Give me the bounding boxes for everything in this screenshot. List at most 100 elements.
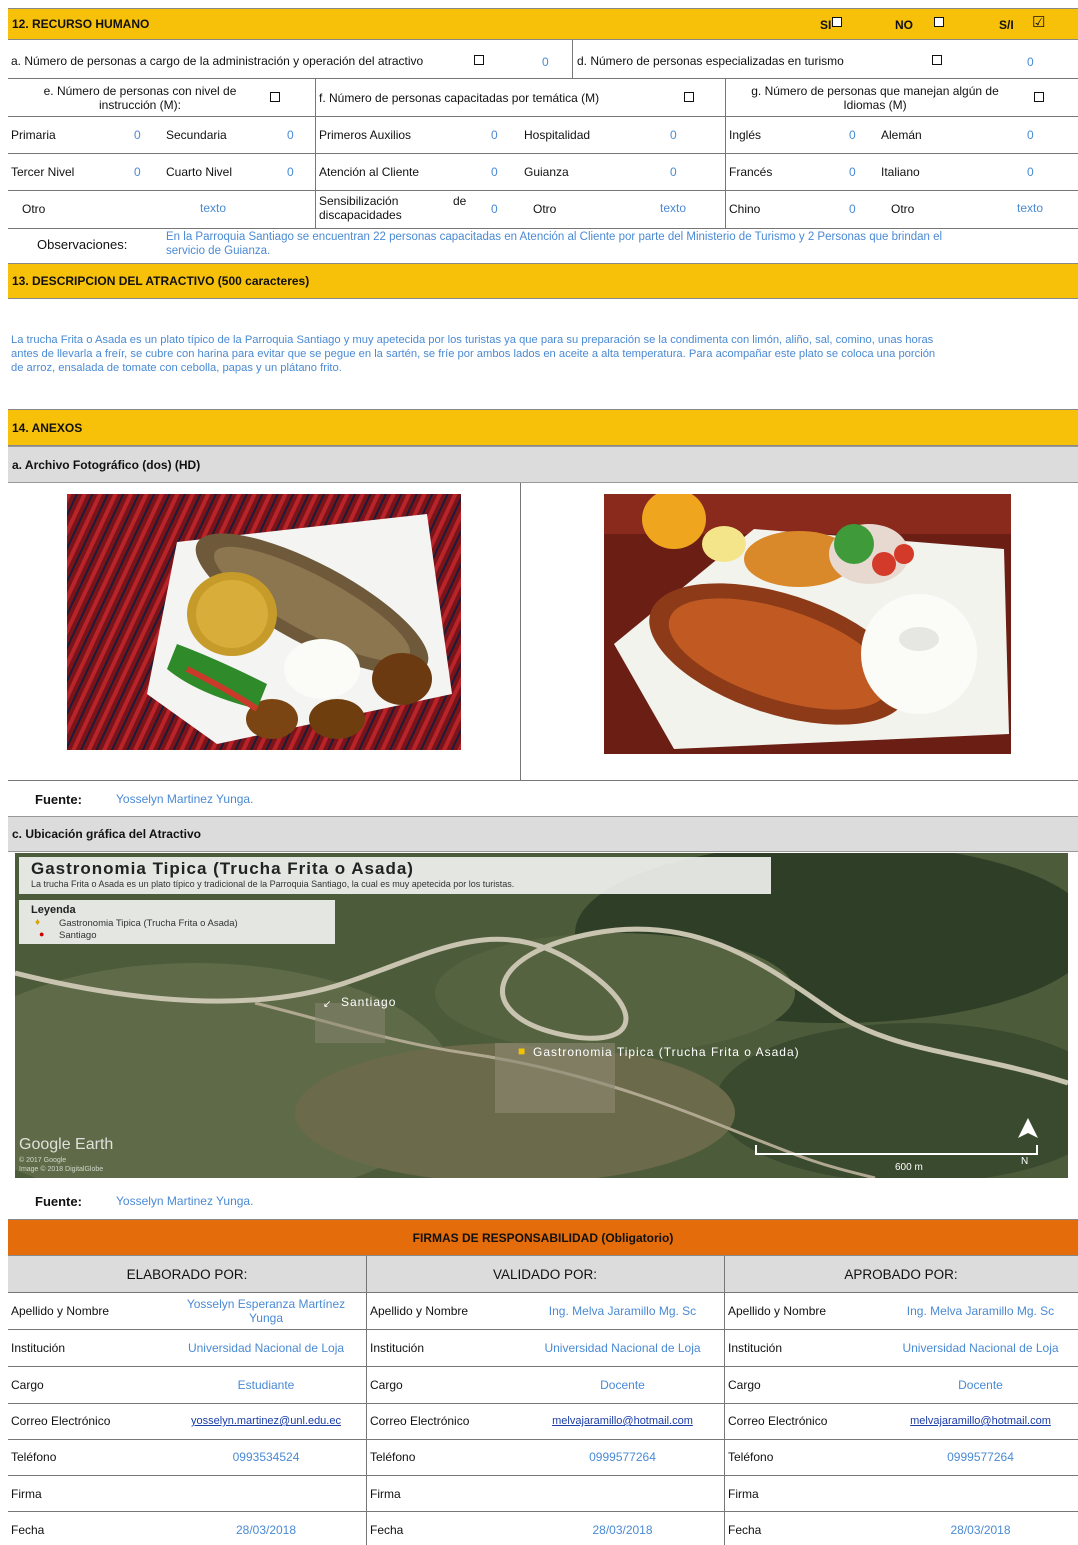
fuente-value-2: Yosselyn Martinez Yunga. [116, 1194, 254, 1208]
aprob-label-nombre: Apellido y Nombre [728, 1304, 827, 1318]
aprob-label-telefono: Teléfono [728, 1450, 774, 1464]
valid-label-nombre: Apellido y Nombre [370, 1304, 469, 1318]
field-e-label-1: e. Número de personas con nivel de [43, 84, 237, 98]
si-label: SI [820, 18, 832, 32]
obs-label: Observaciones: [37, 237, 128, 252]
cap-hospitalidad: Hospitalidad [524, 128, 591, 142]
lang-italiano-value: 0 [1027, 165, 1034, 179]
lang-otro: Otro [891, 202, 915, 216]
lang-aleman-value: 0 [1027, 128, 1034, 142]
valid-telefono: 0999577264 [589, 1450, 656, 1464]
field-g-label-2: Idiomas (M) [843, 98, 907, 112]
elab-label-institucion: Institución [11, 1341, 66, 1355]
valid-fecha: 28/03/2018 [592, 1523, 653, 1537]
elab-telefono: 0993534524 [232, 1450, 300, 1464]
valid-correo-link[interactable]: melvajaramillo@hotmail.com [530, 1415, 715, 1427]
field-e-label-2: instrucción (M): [98, 98, 181, 112]
section-13-header: 13. DESCRIPCION DEL ATRACTIVO (500 carac… [8, 263, 1078, 299]
valid-label-fecha: Fecha [370, 1523, 404, 1537]
cap-otro: Otro [533, 202, 557, 216]
valid-label-correo: Correo Electrónico [370, 1414, 470, 1428]
aprob-telefono: 0999577264 [947, 1450, 1014, 1464]
google-earth-watermark: Google Earth [19, 1136, 114, 1153]
map-credit-2: Image © 2018 DigitalGlobe [19, 1166, 104, 1173]
elab-fecha: 28/03/2018 [235, 1523, 297, 1537]
map-credit-1: © 2017 Google [19, 1157, 67, 1164]
map-section-header: c. Ubicación gráfica del Atractivo [8, 816, 1078, 852]
elab-correo-link[interactable]: yosselyn.martinez@unl.edu.ec [176, 1415, 356, 1427]
lang-italiano: Italiano [881, 165, 920, 179]
lang-aleman: Alemán [881, 128, 922, 142]
col-header-elaborado: ELABORADO POR: [126, 1267, 248, 1282]
aprob-label-firma: Firma [728, 1487, 759, 1501]
elab-cargo: Estudiante [237, 1378, 295, 1392]
valid-cargo: Docente [600, 1378, 645, 1392]
fuente-label-2: Fuente: [35, 1194, 82, 1209]
col-header-aprobado: APROBADO POR: [844, 1267, 958, 1282]
lang-ingles-value: 0 [849, 128, 856, 142]
col-header-validado: VALIDADO POR: [492, 1267, 598, 1282]
aprob-fecha: 28/03/2018 [950, 1523, 1011, 1537]
cap-hospitalidad-value: 0 [670, 128, 677, 142]
lang-otro-value: texto [1017, 201, 1044, 215]
dish-photo-2 [604, 494, 1011, 754]
lang-frances: Francés [729, 165, 773, 179]
cap-otro-value: texto [660, 201, 687, 215]
elab-label-fecha: Fecha [11, 1523, 45, 1537]
edu-cuarto-nivel: Cuarto Nivel [166, 165, 233, 179]
lang-ingles: Inglés [729, 128, 762, 142]
cap-atencion-cliente: Atención al Cliente [319, 165, 420, 179]
north-arrow-icon: N [1021, 1156, 1029, 1167]
map-legend-item-2: Santiago [59, 930, 97, 941]
valid-label-cargo: Cargo [370, 1378, 403, 1392]
cap-primeros-auxilios-value: 0 [491, 128, 498, 142]
section-13-title: 13. DESCRIPCION DEL ATRACTIVO (500 carac… [12, 274, 310, 288]
fuente-value-1: Yosselyn Martinez Yunga. [116, 792, 254, 806]
aprob-institucion: Universidad Nacional de Loja [902, 1341, 1059, 1355]
description-line-3: de arroz, ensalada de tomate con cebolla… [11, 362, 342, 374]
map-subtitle: La trucha Frita o Asada es un plato típi… [31, 879, 515, 889]
lang-chino: Chino [729, 202, 761, 216]
field-d-checkbox[interactable] [932, 55, 942, 65]
edu-otro: Otro [22, 202, 46, 216]
sn-checkbox-checked[interactable]: ☑ [1032, 13, 1045, 31]
cap-atencion-cliente-value: 0 [491, 165, 498, 179]
description-line-2: antes de llevarla a freír, se cubre con … [11, 348, 936, 360]
cap-guianza: Guianza [524, 165, 569, 179]
si-checkbox[interactable] [832, 17, 842, 27]
field-f-label: f. Número de personas capacitadas por te… [319, 91, 600, 105]
map-section-title: c. Ubicación gráfica del Atractivo [12, 827, 201, 841]
signatures-title: FIRMAS DE RESPONSABILIDAD (Obligatorio) [412, 1230, 674, 1245]
aprob-label-fecha: Fecha [728, 1523, 762, 1537]
elab-label-correo: Correo Electrónico [11, 1414, 111, 1428]
map-label-gastronomia: Gastronomia Tipica (Trucha Frita o Asada… [533, 1045, 800, 1059]
field-e-checkbox[interactable] [270, 92, 280, 102]
elab-label-telefono: Teléfono [11, 1450, 57, 1464]
edu-secundaria-value: 0 [287, 128, 294, 142]
aprob-correo-link[interactable]: melvajaramillo@hotmail.com [888, 1415, 1073, 1427]
no-checkbox[interactable] [934, 17, 944, 27]
edu-tercer-nivel: Tercer Nivel [11, 165, 75, 179]
section-12-header: 12. RECURSO HUMANO [8, 8, 1078, 40]
edu-primaria: Primaria [11, 128, 56, 142]
field-g-checkbox[interactable] [1034, 92, 1044, 102]
section-12-title: 12. RECURSO HUMANO [12, 17, 150, 31]
aprob-label-institucion: Institución [728, 1341, 783, 1355]
gastronomy-pin-icon[interactable]: ■ [518, 1044, 525, 1058]
dish-photo-1 [67, 494, 461, 750]
field-a-checkbox[interactable] [474, 55, 484, 65]
no-label: NO [895, 18, 913, 32]
elab-institucion: Universidad Nacional de Loja [187, 1341, 345, 1355]
edu-otro-value: texto [200, 201, 227, 215]
sn-label: S/I [999, 18, 1014, 32]
field-g-label-1: g. Número de personas que manejan algún … [751, 84, 999, 98]
aprob-cargo: Docente [958, 1378, 1003, 1392]
aprob-label-cargo: Cargo [728, 1378, 761, 1392]
edu-cuarto-nivel-value: 0 [287, 165, 294, 179]
field-f-checkbox[interactable] [684, 92, 694, 102]
satellite-map[interactable]: Gastronomia Tipica (Trucha Frita o Asada… [15, 853, 1068, 1178]
field-d-value: 0 [1027, 55, 1034, 69]
signatures-header: FIRMAS DE RESPONSABILIDAD (Obligatorio) [8, 1219, 1078, 1256]
valid-nombre: Ing. Melva Jaramillo Mg. Sc [548, 1304, 697, 1318]
elab-label-nombre: Apellido y Nombre [11, 1304, 110, 1318]
